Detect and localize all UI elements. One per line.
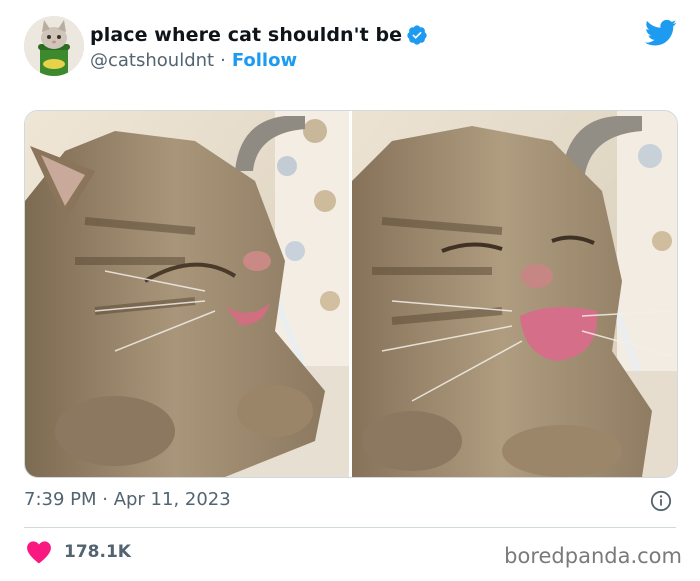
tweet-header: place where cat shouldn't be @catshouldn… (0, 0, 700, 100)
tweet-timestamp[interactable]: 7:39 PM · Apr 11, 2023 (24, 489, 231, 510)
separator-dot: · (220, 50, 226, 71)
tweet-media[interactable] (24, 110, 678, 478)
display-name[interactable]: place where cat shouldn't be (90, 24, 402, 46)
user-handle[interactable]: @catshouldnt (90, 50, 214, 71)
display-name-row: place where cat shouldn't be (90, 24, 428, 46)
heart-icon (26, 540, 52, 564)
avatar[interactable] (24, 16, 84, 76)
source-watermark: boredpanda.com (504, 544, 682, 568)
verified-badge-icon (406, 24, 428, 46)
twitter-bird-icon[interactable] (644, 19, 677, 47)
like-count: 178.1K (64, 542, 131, 562)
handle-row: @catshouldnt · Follow (90, 50, 297, 71)
media-photo-1[interactable] (25, 111, 349, 477)
like-button[interactable]: 178.1K (24, 540, 131, 564)
divider (24, 527, 676, 528)
media-photo-2[interactable] (352, 111, 677, 477)
info-icon[interactable] (650, 490, 672, 512)
tweet-card: place where cat shouldn't be @catshouldn… (0, 0, 700, 581)
follow-button[interactable]: Follow (232, 50, 297, 71)
